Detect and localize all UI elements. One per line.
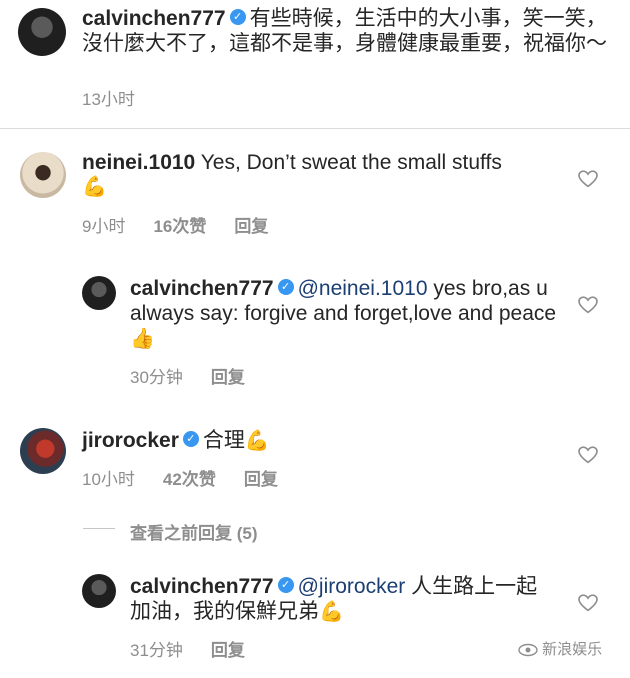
heart-icon[interactable] [578, 594, 598, 612]
commenter-avatar[interactable] [20, 428, 66, 474]
comment-text: 合理 [202, 429, 245, 452]
post-divider [0, 128, 630, 129]
verified-badge-icon: ✓ [229, 9, 246, 26]
heart-icon[interactable] [578, 170, 598, 188]
comment-likes[interactable]: 16次赞 [153, 217, 206, 236]
reply-calvin-1: calvinchen777 ✓ @neinei.1010 yes bro,as u … [130, 276, 560, 352]
verified-badge-icon: ✓ [182, 431, 199, 448]
reply-meta: 31分钟 回复 [130, 636, 273, 661]
comment-time: 9小时 [82, 217, 126, 236]
post-avatar[interactable] [18, 8, 66, 56]
eye-logo-icon [518, 643, 538, 657]
verified-badge-icon: ✓ [277, 577, 294, 594]
flex-arm-emoji: 💪 [82, 176, 107, 198]
reply-username[interactable]: calvinchen777 [130, 575, 274, 598]
reply-button[interactable]: 回复 [211, 368, 245, 387]
comment-meta: 9小时 16次赞 回复 [82, 212, 296, 237]
commenter-avatar[interactable] [20, 152, 66, 198]
comment-text: Yes, Don’t sweat the small stuffs [200, 151, 502, 174]
comment-likes[interactable]: 42次赞 [163, 470, 216, 489]
post-time: 13小时 [82, 90, 135, 109]
comment-username[interactable]: neinei.1010 [82, 151, 195, 174]
comment-username[interactable]: jirorocker [82, 429, 179, 452]
reply-mention[interactable]: @jirorocker [298, 575, 406, 598]
reply-meta: 30分钟 回复 [130, 363, 273, 388]
view-replies-line [83, 528, 115, 529]
reply-mention[interactable]: @neinei.1010 [298, 277, 428, 300]
post-caption: calvinchen777 ✓ 有些時候，生活中的大小事，笑一笑，沒什麼大不了，這都… [82, 6, 612, 56]
comment-time: 10小时 [82, 470, 135, 489]
reply-time: 31分钟 [130, 641, 183, 660]
view-previous-replies[interactable]: 查看之前回复 (5) [130, 519, 258, 544]
reply-time: 30分钟 [130, 368, 183, 387]
thumbs-up-emoji: 👍 [130, 328, 155, 350]
reply-button[interactable]: 回复 [244, 470, 278, 489]
reply-button[interactable]: 回复 [211, 641, 245, 660]
flex-arm-emoji: 💪 [244, 430, 270, 452]
reply-button[interactable]: 回复 [234, 217, 268, 236]
comment-neinei: neinei.1010 Yes, Don’t sweat the small s… [82, 150, 562, 200]
post-meta: 13小时 [82, 85, 163, 110]
reply-avatar[interactable] [82, 276, 116, 310]
watermark-text: 新浪娱乐 [542, 641, 603, 658]
reply-calvin-2: calvinchen777 ✓ @jirorocker 人生路上一起加油，我的保鮮兄… [130, 574, 550, 625]
reply-username[interactable]: calvinchen777 [130, 277, 274, 300]
flex-arm-emoji: 💪 [319, 601, 344, 623]
watermark: 新浪娱乐 [518, 638, 602, 659]
verified-badge-icon: ✓ [277, 279, 294, 296]
comment-meta: 10小时 42次赞 回复 [82, 465, 306, 490]
comment-jirorocker: jirorocker ✓ 合理💪 [82, 428, 562, 454]
post-username[interactable]: calvinchen777 [82, 7, 226, 30]
heart-icon[interactable] [578, 446, 598, 464]
heart-icon[interactable] [578, 296, 598, 314]
reply-avatar[interactable] [82, 574, 116, 608]
